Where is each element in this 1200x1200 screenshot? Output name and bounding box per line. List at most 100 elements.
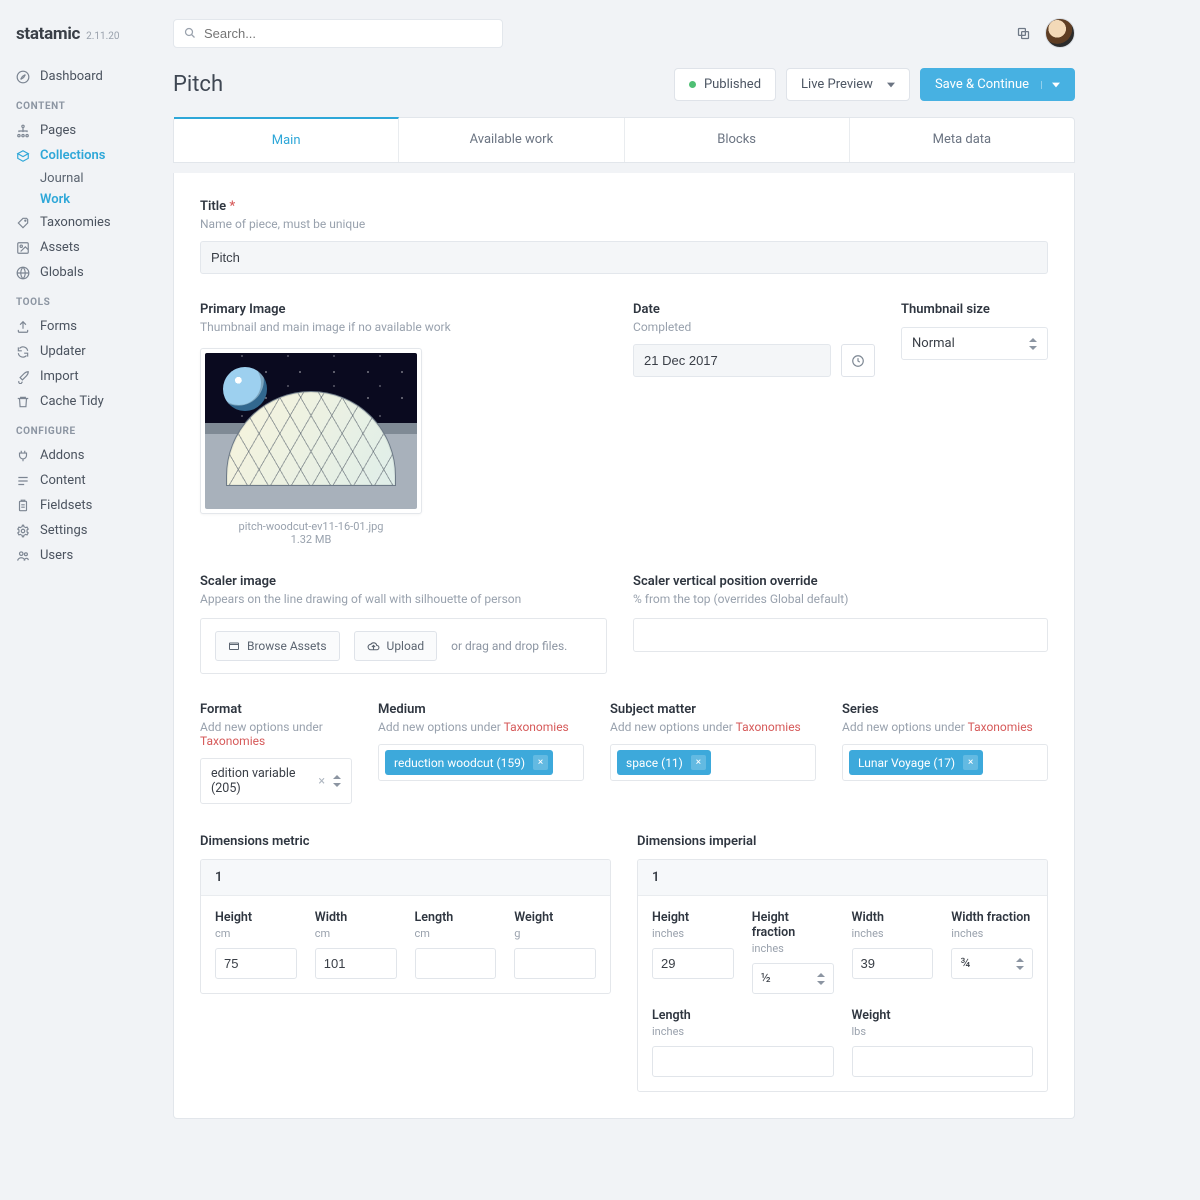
list-icon	[16, 474, 30, 488]
avatar[interactable]	[1045, 18, 1075, 48]
tab-available-work[interactable]: Available work	[399, 118, 624, 162]
sidebar-item-label: Fieldsets	[40, 498, 92, 513]
section-configure: CONFIGURE	[0, 414, 165, 443]
taxonomies-link[interactable]: Taxonomies	[736, 720, 801, 734]
series-tagbox[interactable]: Lunar Voyage (17)×	[842, 744, 1048, 781]
series-label: Series	[842, 702, 1048, 717]
section-tools: TOOLS	[0, 285, 165, 314]
sidebar-item-label: Cache Tidy	[40, 394, 104, 409]
imperial-length-input[interactable]	[652, 1046, 834, 1077]
primary-image-card[interactable]	[200, 348, 422, 514]
compass-icon	[16, 70, 30, 84]
field-series: Series Add new options under Taxonomies …	[842, 702, 1048, 804]
browse-assets-button[interactable]: Browse Assets	[215, 631, 340, 661]
save-dropdown[interactable]	[1041, 81, 1060, 89]
title-input[interactable]	[200, 241, 1048, 274]
sidebar-item-cache-tidy[interactable]: Cache Tidy	[0, 389, 165, 414]
live-preview-button[interactable]: Live Preview	[786, 68, 910, 101]
scaler-image-label: Scaler image	[200, 574, 607, 589]
sidebar-item-updater[interactable]: Updater	[0, 339, 165, 364]
sidebar-item-settings[interactable]: Settings	[0, 518, 165, 543]
save-continue-button[interactable]: Save & Continue	[920, 68, 1075, 101]
metric-width-input[interactable]	[315, 948, 397, 979]
sidebar-item-dashboard[interactable]: Dashboard	[0, 64, 165, 89]
sidebar-item-pages[interactable]: Pages	[0, 118, 165, 143]
sidebar-item-globals[interactable]: Globals	[0, 260, 165, 285]
sidebar-item-collections[interactable]: Collections	[0, 143, 165, 168]
sidebar-item-work[interactable]: Work	[0, 189, 165, 210]
title-help: Name of piece, must be unique	[200, 217, 1048, 231]
sidebar-item-assets[interactable]: Assets	[0, 235, 165, 260]
sidebar-item-label: Taxonomies	[40, 215, 111, 230]
sidebar-item-label: Work	[40, 192, 70, 207]
sidebar-item-users[interactable]: Users	[0, 543, 165, 568]
tab-blocks[interactable]: Blocks	[625, 118, 850, 162]
remove-tag-icon[interactable]: ×	[533, 755, 548, 770]
users-icon	[16, 549, 30, 563]
tab-meta[interactable]: Meta data	[850, 118, 1074, 162]
taxonomies-link[interactable]: Taxonomies	[968, 720, 1033, 734]
brand-version: 2.11.20	[86, 31, 119, 42]
sidebar-item-content[interactable]: Content	[0, 468, 165, 493]
imperial-weight-input[interactable]	[852, 1046, 1034, 1077]
main: Pitch Published Live Preview Save & Cont…	[165, 0, 1095, 1200]
imperial-height-input[interactable]	[652, 948, 734, 979]
tab-main[interactable]: Main	[174, 117, 399, 162]
drag-hint: or drag and drop files.	[451, 639, 567, 653]
sidebar-item-fieldsets[interactable]: Fieldsets	[0, 493, 165, 518]
published-status[interactable]: Published	[674, 68, 776, 101]
upload-icon	[16, 320, 30, 334]
imperial-wfrac-select[interactable]: ¾	[951, 948, 1033, 979]
upload-button[interactable]: Upload	[354, 631, 438, 661]
status-dot-icon	[689, 81, 696, 88]
plug-icon	[16, 449, 30, 463]
imperial-width-input[interactable]	[852, 948, 934, 979]
sidebar: statamic 2.11.20 Dashboard CONTENT Pages…	[0, 0, 165, 1200]
sidebar-item-taxonomies[interactable]: Taxonomies	[0, 210, 165, 235]
sidebar-item-import[interactable]: Import	[0, 364, 165, 389]
scaler-override-input[interactable]	[633, 618, 1048, 652]
remove-tag-icon[interactable]: ×	[963, 755, 978, 770]
metric-width: Widthcm	[315, 910, 397, 979]
format-select[interactable]: edition variable (205) ×	[200, 758, 352, 804]
thumb-size-value: Normal	[912, 336, 955, 351]
sidebar-item-journal[interactable]: Journal	[0, 168, 165, 189]
date-input[interactable]	[633, 344, 831, 377]
sidebar-item-forms[interactable]: Forms	[0, 314, 165, 339]
sidebar-item-label: Content	[40, 473, 86, 488]
scaler-image-dropzone[interactable]: Browse Assets Upload or drag and drop fi…	[200, 618, 607, 674]
field-thumbnail-size: Thumbnail size Normal	[901, 302, 1048, 546]
hierarchy-icon	[16, 124, 30, 138]
clear-icon[interactable]: ×	[318, 774, 325, 789]
updown-icon	[1016, 958, 1024, 970]
medium-label: Medium	[378, 702, 584, 717]
imperial-hfrac-select[interactable]: ½	[752, 963, 834, 994]
sidebar-item-label: Journal	[40, 171, 84, 186]
remove-tag-icon[interactable]: ×	[691, 755, 706, 770]
taxonomies-link[interactable]: Taxonomies	[504, 720, 569, 734]
subject-tagbox[interactable]: space (11)×	[610, 744, 816, 781]
primary-image-label: Primary Image	[200, 302, 607, 317]
search-input[interactable]	[173, 19, 503, 48]
thumb-size-select[interactable]: Normal	[901, 327, 1048, 360]
metric-weight-input[interactable]	[514, 948, 596, 979]
sidebar-item-addons[interactable]: Addons	[0, 443, 165, 468]
date-label: Date	[633, 302, 875, 317]
taxonomies-link[interactable]: Taxonomies	[200, 734, 265, 748]
published-label: Published	[704, 77, 761, 92]
live-preview-label: Live Preview	[801, 77, 873, 92]
copy-icon[interactable]	[1016, 26, 1031, 41]
time-picker-button[interactable]	[841, 344, 875, 377]
date-help: Completed	[633, 320, 875, 334]
metric-length-input[interactable]	[415, 948, 497, 979]
sidebar-item-label: Users	[40, 548, 73, 563]
medium-tag: reduction woodcut (159)×	[385, 750, 553, 775]
medium-tagbox[interactable]: reduction woodcut (159)×	[378, 744, 584, 781]
sidebar-item-label: Dashboard	[40, 69, 103, 84]
search-field[interactable]	[204, 26, 492, 41]
sidebar-item-label: Globals	[40, 265, 84, 280]
sidebar-item-label: Updater	[40, 344, 86, 359]
metric-height-input[interactable]	[215, 948, 297, 979]
metric-height: Heightcm	[215, 910, 297, 979]
search-icon	[184, 27, 196, 39]
